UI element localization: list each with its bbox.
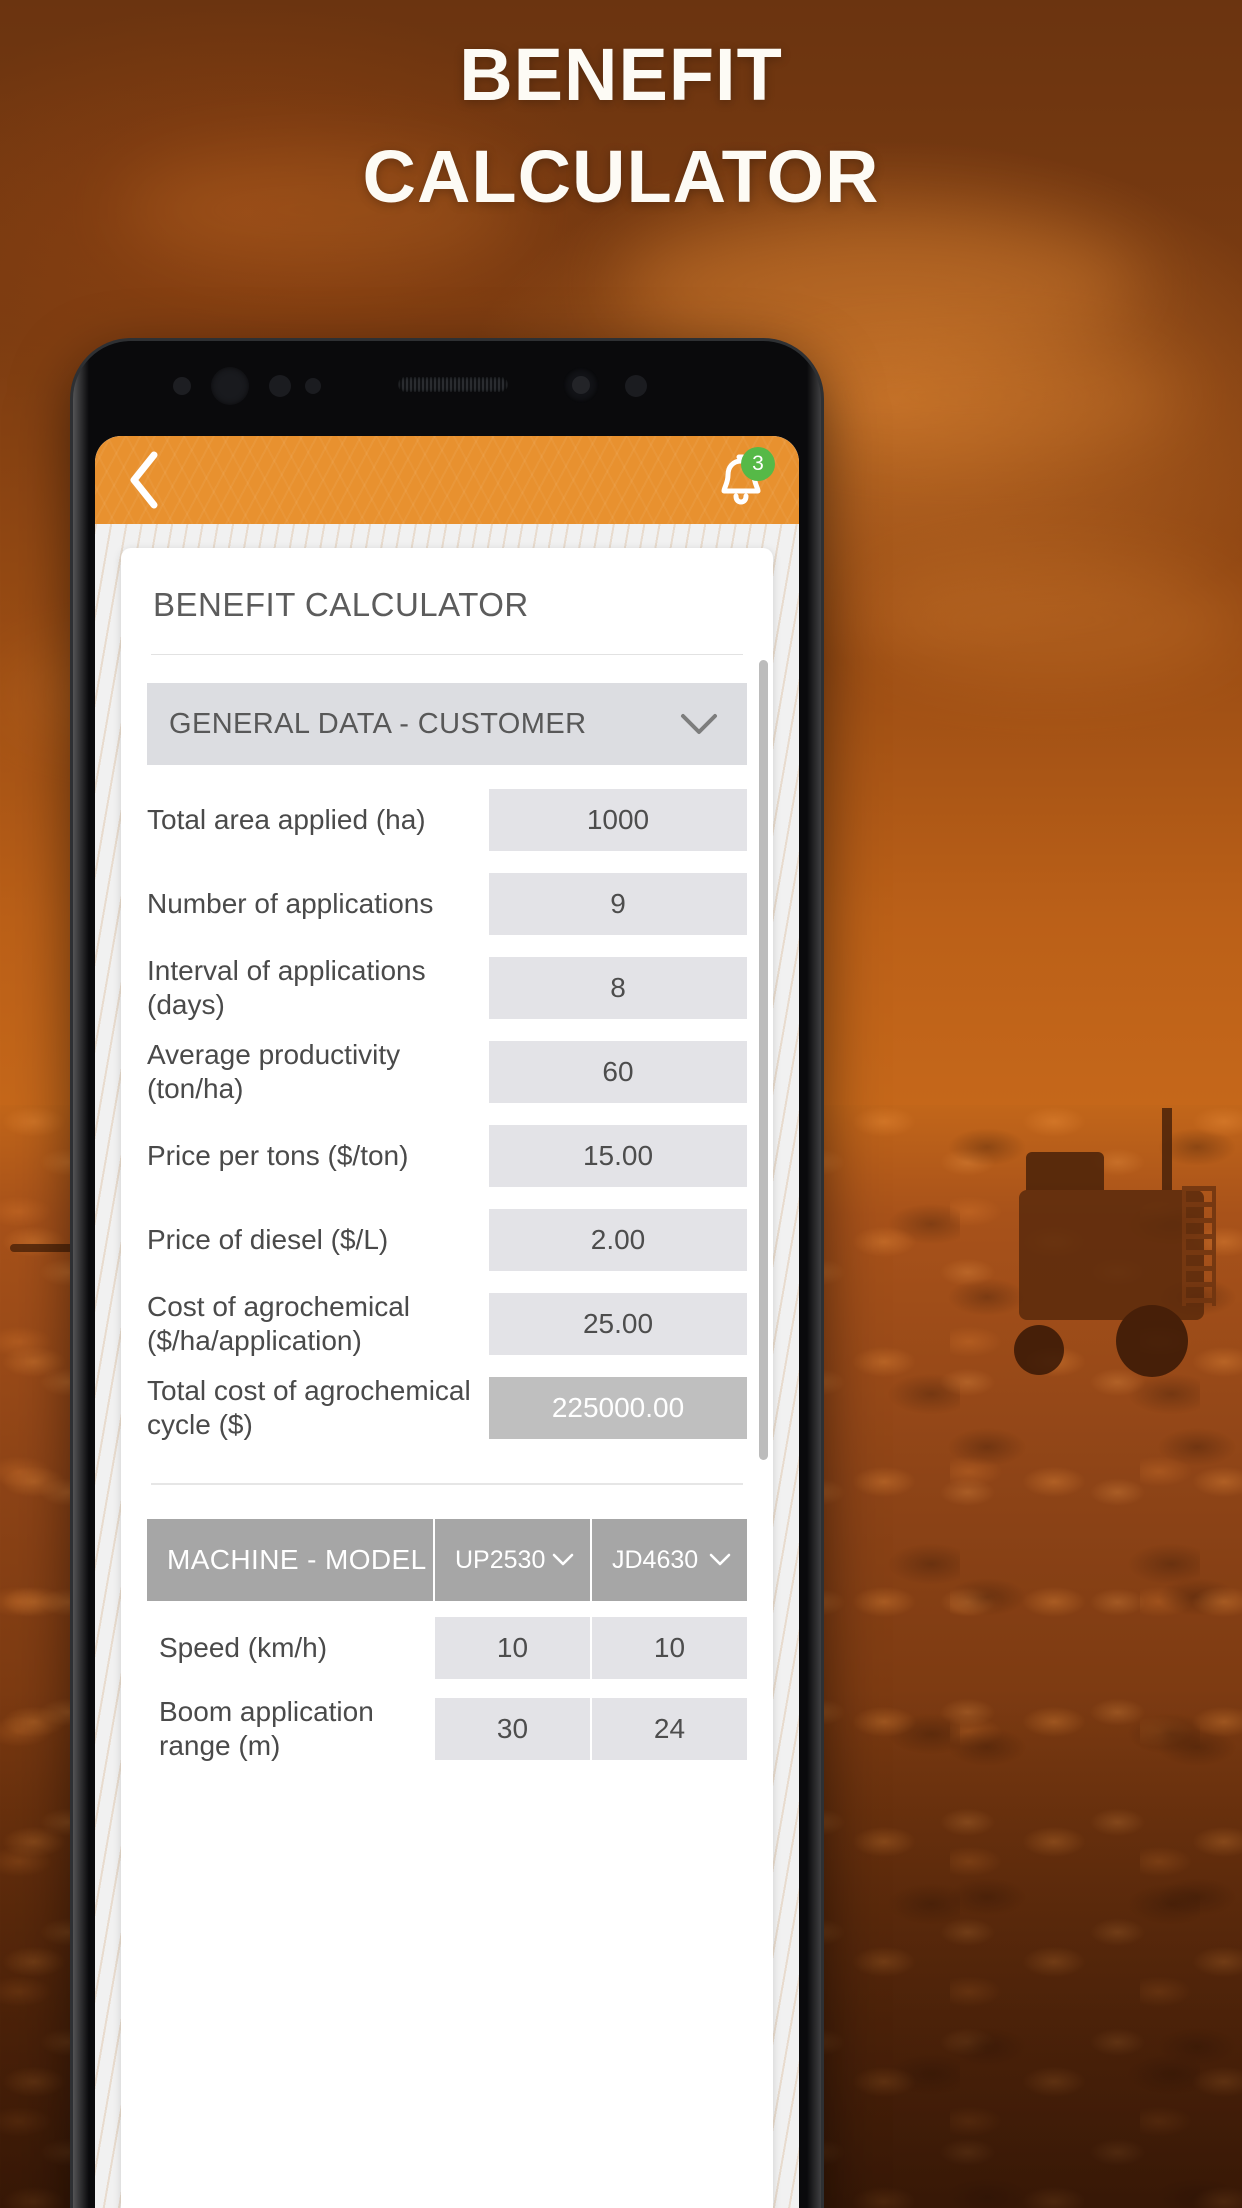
speed-input-1[interactable]: 10 — [435, 1617, 590, 1679]
title-divider — [151, 654, 743, 655]
cloud-streak — [620, 210, 1140, 360]
form-row: Cost of agrochemical ($/ha/application) … — [147, 1289, 747, 1359]
field-label: Interval of applications (days) — [147, 954, 426, 1020]
notification-badge: 3 — [741, 447, 775, 481]
general-data-form: Total area applied (ha) 1000 Number of a… — [121, 765, 773, 1443]
boom-range-input-1[interactable]: 30 — [435, 1698, 590, 1761]
field-label: Number of applications — [147, 887, 434, 919]
total-area-applied-input[interactable]: 1000 — [489, 789, 747, 851]
field-label: Price of diesel ($/L) — [147, 1223, 389, 1255]
proximity-sensor-icon — [173, 377, 191, 395]
machine-model-select-1-value: UP2530 — [455, 1545, 546, 1574]
app-content: BENEFIT CALCULATOR GENERAL DATA - CUSTOM… — [95, 524, 799, 2208]
field-label: Cost of agrochemical ($/ha/application) — [147, 1290, 411, 1356]
machine-model-select-1[interactable]: UP2530 — [435, 1519, 590, 1601]
machine-model-select-2-value: JD4630 — [612, 1545, 699, 1574]
speed-input-2[interactable]: 10 — [592, 1617, 747, 1679]
form-row: Number of applications 9 — [147, 869, 747, 939]
chevron-left-icon — [124, 449, 164, 511]
boom-range-input-2[interactable]: 24 — [592, 1698, 747, 1761]
screenshot-stage: BENEFIT CALCULATOR 3 BENEFIT CALCULATOR … — [0, 0, 1242, 2208]
number-of-applications-input[interactable]: 9 — [489, 873, 747, 935]
cloud-streak — [760, 340, 1180, 450]
app-bar: 3 — [95, 436, 799, 524]
back-button[interactable] — [117, 449, 171, 511]
front-camera-icon — [563, 367, 599, 403]
section-header-label: GENERAL DATA - CUSTOMER — [169, 707, 587, 740]
machine-field-label: Boom application range (m) — [159, 1696, 374, 1762]
phone-mockup: 3 BENEFIT CALCULATOR GENERAL DATA - CUST… — [73, 341, 821, 2208]
field-label: Price per tons ($/ton) — [147, 1139, 409, 1171]
form-row: Total area applied (ha) 1000 — [147, 785, 747, 855]
sensor-dot-icon — [305, 378, 321, 394]
phone-sensor-row — [73, 363, 821, 423]
light-sensor-icon — [269, 375, 291, 397]
field-label: Total area applied (ha) — [147, 803, 426, 835]
machine-model-title: MACHINE - MODEL — [147, 1519, 433, 1601]
phone-screen: 3 BENEFIT CALCULATOR GENERAL DATA - CUST… — [95, 436, 799, 2208]
machine-model-select-2[interactable]: JD4630 — [592, 1519, 747, 1601]
cost-of-agrochemical-input[interactable]: 25.00 — [489, 1293, 747, 1355]
form-row: Total cost of agrochemical cycle ($) 225… — [147, 1373, 747, 1443]
field-label: Total cost of agrochemical cycle ($) — [147, 1374, 471, 1440]
price-of-diesel-input[interactable]: 2.00 — [489, 1209, 747, 1271]
machine-data-row: Boom application range (m) 30 24 — [147, 1695, 747, 1763]
card-title: BENEFIT CALCULATOR — [153, 586, 529, 623]
machine-field-label: Speed (km/h) — [159, 1631, 328, 1663]
machine-data-row: Speed (km/h) 10 10 — [147, 1617, 747, 1679]
harvester-silhouette — [954, 1100, 1224, 1430]
average-productivity-input[interactable]: 60 — [489, 1041, 747, 1103]
section-header-general-data[interactable]: GENERAL DATA - CUSTOMER — [147, 683, 747, 765]
field-label: Average productivity (ton/ha) — [147, 1038, 401, 1104]
iris-scanner-icon — [211, 367, 249, 405]
price-per-tons-input[interactable]: 15.00 — [489, 1125, 747, 1187]
machine-model-header-row: MACHINE - MODEL UP2530 JD4630 — [147, 1519, 747, 1601]
form-row: Price per tons ($/ton) 15.00 — [147, 1121, 747, 1191]
form-row: Price of diesel ($/L) 2.00 — [147, 1205, 747, 1275]
page-title-line-1: BENEFIT — [459, 33, 783, 116]
notifications-button[interactable]: 3 — [709, 447, 775, 511]
total-cost-agrochemical-cycle-output: 225000.00 — [489, 1377, 747, 1439]
section-divider — [151, 1483, 743, 1485]
cloud-streak — [860, 560, 1240, 680]
benefit-calculator-card: BENEFIT CALCULATOR GENERAL DATA - CUSTOM… — [121, 548, 773, 2208]
chevron-down-icon — [550, 1551, 576, 1569]
page-title-line-2: CALCULATOR — [362, 135, 880, 219]
chevron-down-icon — [677, 709, 721, 739]
form-row: Interval of applications (days) 8 — [147, 953, 747, 1023]
vertical-scrollbar[interactable] — [759, 660, 768, 1460]
earpiece-speaker-icon — [398, 377, 508, 392]
interval-of-applications-input[interactable]: 8 — [489, 957, 747, 1019]
page-title: BENEFIT CALCULATOR — [0, 24, 1242, 228]
form-row: Average productivity (ton/ha) 60 — [147, 1037, 747, 1107]
sensor-dot-icon — [625, 375, 647, 397]
chevron-down-icon — [707, 1551, 733, 1569]
